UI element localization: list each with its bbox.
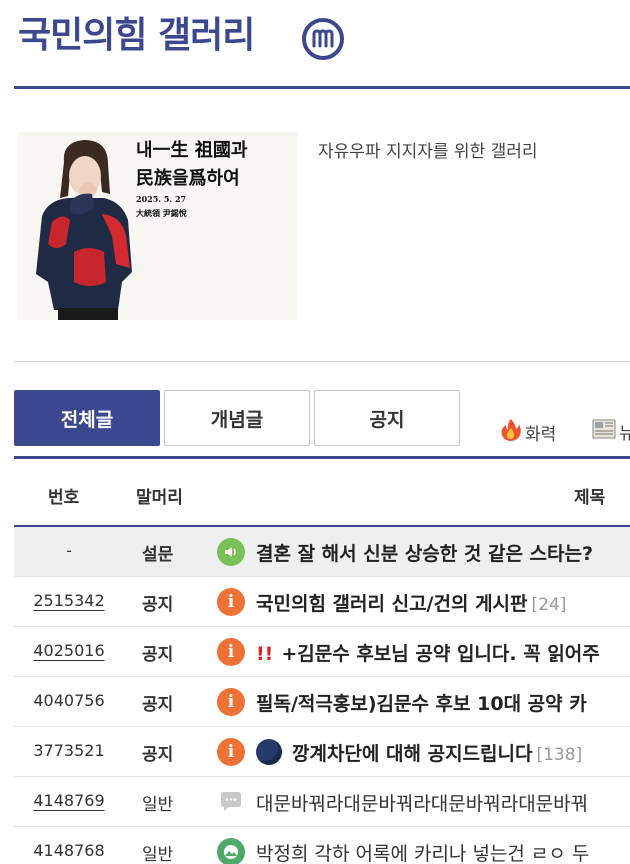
gallery-description: 자유우파 지지자를 위한 갤러리 — [318, 142, 538, 162]
post-title-text: +김문수 후보님 공약 입니다. 꼭 읽어주 — [281, 643, 600, 665]
post-title[interactable]: 필독/적극홍보)김문수 후보 10대 공약 카 — [256, 689, 587, 716]
newspaper-icon — [592, 418, 616, 445]
header-divider — [14, 86, 630, 89]
post-number: 4040756 — [33, 691, 105, 710]
post-list: 번호 말머리 제목 - 설문 결혼 잘 해서 신분 상승한 것 같은 스타는? … — [14, 456, 630, 864]
speech-bubble-icon — [217, 788, 245, 816]
calligraphy-text: 내一生 祖國과 民族을爲하여 2025. 5. 27 大統領 尹錫悅 — [136, 140, 248, 218]
post-head: 일반 — [142, 845, 174, 864]
list-item[interactable]: 4025016 공지 i !! +김문수 후보님 공약 입니다. 꼭 읽어주 — [14, 627, 630, 677]
list-header: 번호 말머리 제목 — [14, 459, 630, 527]
notice-icon: i — [217, 738, 245, 766]
intro-divider — [14, 361, 630, 362]
tab-notice[interactable]: 공지 — [314, 390, 460, 446]
person-figure-image — [36, 140, 132, 320]
post-number: 4148769 — [33, 791, 105, 810]
tab-concept-posts[interactable]: 개념글 — [164, 390, 310, 446]
post-head: 공지 — [142, 695, 174, 715]
post-number: 4025016 — [33, 641, 105, 660]
post-number: 4148768 — [33, 841, 105, 860]
post-number: 3773521 — [33, 741, 105, 760]
column-subject-head: 말머리 — [136, 488, 183, 508]
gallery-title[interactable]: 국민의힘 갤러리 — [18, 6, 255, 58]
post-title[interactable]: 깡계차단에 대해 공지드립니다 [138] — [256, 739, 582, 766]
post-title[interactable]: 대문바꿔라대문바꿔라대문바꿔라대문바꿔 — [256, 789, 588, 816]
fire-label: 화력 — [525, 425, 557, 445]
tab-all-posts[interactable]: 전체글 — [14, 390, 160, 446]
fire-icon — [500, 418, 522, 447]
speaker-icon — [217, 538, 245, 566]
list-item[interactable]: 4040756 공지 i 필독/적극홍보)김문수 후보 10대 공약 카 — [14, 677, 630, 727]
reply-count: [24] — [531, 595, 567, 615]
column-number: 번호 — [48, 488, 80, 508]
blue-circle-icon — [256, 739, 282, 765]
notice-icon: i — [217, 638, 245, 666]
minor-gallery-badge-icon — [302, 18, 344, 60]
news-link[interactable]: 뉴 — [592, 418, 630, 445]
notice-icon: i — [217, 688, 245, 716]
post-title[interactable]: 박정희 각하 어록에 카리나 넣는건 ㄹㅇ 두 — [256, 839, 589, 864]
board-tabs: 전체글 개념글 공지 화력 뉴 — [0, 388, 630, 450]
double-exclamation-icon: !! — [256, 643, 274, 665]
list-item[interactable]: 3773521 공지 i 깡계차단에 대해 공지드립니다 [138] — [14, 727, 630, 777]
news-label: 뉴 — [619, 424, 630, 444]
post-title-text: 깡계차단에 대해 공지드립니다 — [292, 743, 533, 765]
post-head: 공지 — [142, 645, 174, 665]
post-title[interactable]: !! +김문수 후보님 공약 입니다. 꼭 읽어주 — [256, 639, 600, 666]
post-number: - — [66, 541, 72, 560]
list-item[interactable]: 4148769 일반 대문바꿔라대문바꿔라대문바꿔라대문바꿔 — [14, 777, 630, 827]
post-number: 2515342 — [33, 591, 105, 610]
reply-count: [138] — [536, 745, 583, 765]
gallery-banner-image[interactable]: 내一生 祖國과 民族을爲하여 2025. 5. 27 大統領 尹錫悅 — [18, 132, 298, 320]
list-item[interactable]: 4148768 일반 박정희 각하 어록에 카리나 넣는건 ㄹㅇ 두 — [14, 827, 630, 864]
post-title[interactable]: 결혼 잘 해서 신분 상승한 것 같은 스타는? — [256, 539, 593, 566]
gallery-intro: 내一生 祖國과 民族을爲하여 2025. 5. 27 大統領 尹錫悅 자유우파 … — [0, 90, 630, 362]
notice-icon: i — [217, 588, 245, 616]
post-title[interactable]: 국민의힘 갤러리 신고/건의 게시판 [24] — [256, 589, 566, 616]
post-head: 설문 — [142, 545, 174, 565]
post-head: 공지 — [142, 595, 174, 615]
post-title-text: 국민의힘 갤러리 신고/건의 게시판 — [256, 593, 528, 615]
post-head: 일반 — [142, 795, 174, 815]
image-icon — [217, 838, 245, 864]
list-item[interactable]: 2515342 공지 i 국민의힘 갤러리 신고/건의 게시판 [24] — [14, 577, 630, 627]
column-title: 제목 — [574, 488, 606, 508]
gallery-header: 국민의힘 갤러리 — [0, 0, 630, 90]
post-head: 공지 — [142, 745, 174, 765]
list-item[interactable]: - 설문 결혼 잘 해서 신분 상승한 것 같은 스타는? — [14, 527, 630, 577]
fire-power-link[interactable]: 화력 — [500, 418, 556, 447]
